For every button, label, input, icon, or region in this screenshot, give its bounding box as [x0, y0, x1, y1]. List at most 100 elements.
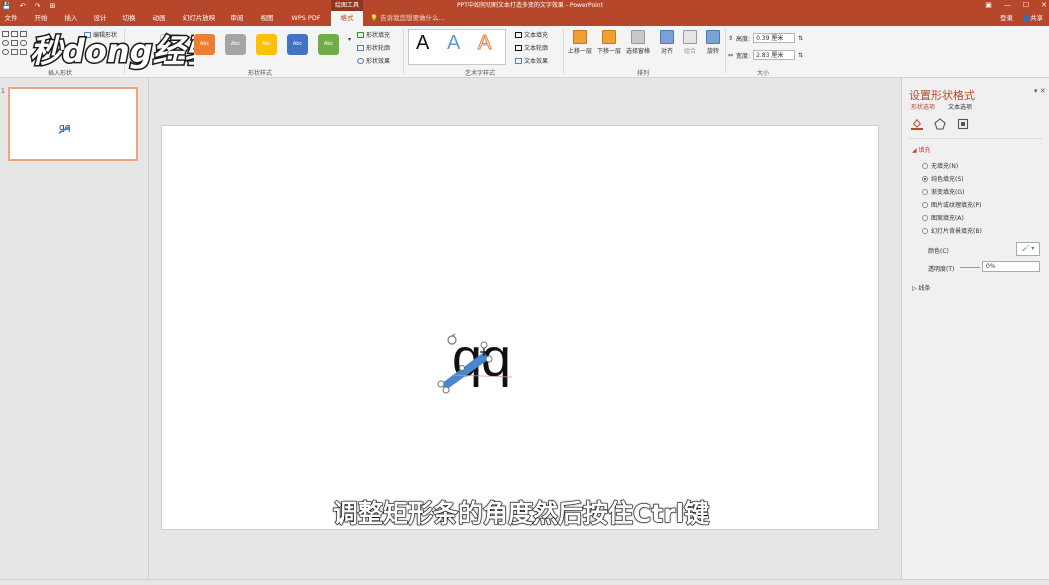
fill-section-header[interactable]: ◢ 填充	[912, 145, 931, 154]
group-label-shape-styles: 形状样式	[247, 70, 272, 77]
textbox-shape-icon[interactable]	[11, 31, 18, 37]
transparency-slider[interactable]	[960, 267, 980, 268]
lightbulb-icon: 💡	[370, 14, 379, 22]
shape-style-blue[interactable]: Abc	[287, 34, 308, 55]
sign-in-link[interactable]: 登录	[1000, 11, 1013, 26]
resize-handle[interactable]	[459, 365, 465, 371]
shape-effect-button[interactable]: 形状效果	[357, 56, 390, 65]
pane-options-icon[interactable]: ▾ ✕	[1034, 87, 1046, 95]
tab-home[interactable]: 开始	[30, 11, 52, 26]
size-properties-icon[interactable]	[957, 118, 969, 130]
radio-button[interactable]	[922, 175, 928, 182]
shape-fill-button[interactable]: 形状填充	[357, 30, 390, 39]
rectangle-shape-icon[interactable]	[2, 31, 9, 37]
radio-button[interactable]	[922, 214, 928, 221]
color-picker-button[interactable]: 🖌 ▾	[1016, 242, 1040, 256]
resize-handle[interactable]	[485, 355, 493, 363]
text-outline-icon	[515, 44, 522, 51]
height-row: ⇕ 高度: 0.39 厘米 ⇅	[728, 33, 803, 43]
thumbnail-bar	[58, 126, 70, 134]
redo-icon[interactable]: ↷	[35, 2, 41, 10]
text-fill-icon	[515, 31, 522, 38]
height-spinner[interactable]: ⇅	[798, 35, 803, 42]
tab-slideshow[interactable]: 幻灯片放映	[178, 11, 220, 26]
height-input[interactable]: 0.39 厘米	[753, 33, 796, 43]
shape-style-gray[interactable]: Abc	[225, 34, 246, 55]
bring-forward-button[interactable]: 上移一层	[566, 30, 594, 55]
close-icon[interactable]: ✕	[1041, 0, 1047, 11]
height-icon: ⇕	[728, 34, 734, 42]
tab-wps-pdf[interactable]: WPS PDF	[286, 11, 326, 26]
slide-canvas[interactable]: qq 调整矩形条的角度然后按住Ctrl键	[161, 125, 879, 530]
pencil-icon	[357, 44, 364, 51]
group-separator	[563, 29, 564, 73]
tell-me-search[interactable]: 💡 告诉我您想要做什么...	[370, 11, 445, 26]
shape-style-gold[interactable]: Abc	[256, 34, 277, 55]
styles-scroll-icon[interactable]: ▾	[348, 36, 351, 43]
person-icon: 👤	[1022, 14, 1031, 22]
text-outline-button[interactable]: 文本轮廓	[515, 43, 548, 52]
line-section-header[interactable]: ▷ 线条	[912, 283, 931, 292]
selection-pane-button[interactable]: 选择窗格	[624, 30, 652, 55]
frame-shape-icon[interactable]	[11, 49, 18, 55]
resize-handle[interactable]	[480, 341, 488, 349]
tab-shape-options[interactable]: 形状选项	[911, 102, 935, 111]
shape-style-orange[interactable]: Abc	[194, 34, 215, 55]
minimize-icon[interactable]: —	[1004, 0, 1011, 11]
save-icon[interactable]: 💾	[2, 2, 11, 10]
rotate-button[interactable]: 旋转	[699, 30, 727, 55]
rotate-handle-icon[interactable]	[447, 333, 457, 345]
customize-icon[interactable]: ⊞	[49, 2, 55, 10]
shape-style-green[interactable]: Abc	[318, 34, 339, 55]
tab-design[interactable]: 设计	[89, 11, 111, 26]
wordart-style-orange[interactable]: A	[477, 32, 491, 55]
undo-icon[interactable]: ↶	[20, 2, 26, 10]
square-shape-icon[interactable]	[11, 40, 18, 46]
align-icon	[660, 30, 674, 44]
text-effect-button[interactable]: 文本效果	[515, 56, 548, 65]
radio-button[interactable]	[922, 188, 928, 195]
tab-review[interactable]: 审阅	[226, 11, 248, 26]
subtitle-caption: 调整矩形条的角度然后按住Ctrl键	[332, 498, 710, 528]
tab-format[interactable]: 格式	[331, 11, 363, 26]
radio-button[interactable]	[922, 162, 928, 169]
resize-handle[interactable]	[437, 380, 445, 388]
width-input[interactable]: 2.83 厘米	[753, 50, 796, 60]
wordart-style-blue[interactable]: A	[447, 32, 460, 55]
oval-shape-icon[interactable]	[2, 40, 9, 46]
ribbon-display-icon[interactable]: ▣	[985, 0, 992, 11]
slide-thumbnail[interactable]: qq	[8, 87, 138, 161]
share-button[interactable]: 👤共享	[1022, 11, 1043, 26]
tab-file[interactable]: 文件	[0, 11, 22, 26]
effects-icon[interactable]	[934, 118, 946, 130]
fill-option-picture[interactable]: 图片或纹理填充(P)	[922, 200, 981, 209]
fill-option-solid[interactable]: 纯色填充(S)	[922, 174, 964, 183]
fill-option-none[interactable]: 无填充(N)	[922, 161, 958, 170]
width-row: ⇔ 宽度: 2.83 厘米 ⇅	[728, 50, 803, 60]
tab-view[interactable]: 视图	[256, 11, 278, 26]
fill-line-icon[interactable]	[911, 118, 923, 130]
rectangle-bar[interactable]	[441, 352, 489, 390]
text-fill-button[interactable]: 文本填充	[515, 30, 548, 39]
fill-option-gradient[interactable]: 渐变填充(G)	[922, 187, 964, 196]
fill-option-pattern[interactable]: 图案填充(A)	[922, 213, 964, 222]
maximize-icon[interactable]: ☐	[1023, 0, 1029, 11]
thumbnail-number: 1	[1, 88, 5, 95]
radio-button[interactable]	[922, 201, 928, 208]
wordart-style-black[interactable]: A	[416, 32, 429, 55]
transparency-input[interactable]: 0%	[982, 261, 1040, 272]
width-spinner[interactable]: ⇅	[798, 52, 803, 59]
resize-handle[interactable]	[442, 386, 450, 394]
tab-insert[interactable]: 插入	[60, 11, 82, 26]
shape-outline-button[interactable]: 形状轮廓	[357, 43, 390, 52]
title-bar: 💾 ↶ ↷ ⊞ 绘图工具 PPT中如何切割文本打造多变的文字效果 - Power…	[0, 0, 1049, 11]
radio-button[interactable]	[922, 227, 928, 234]
send-backward-button[interactable]: 下移一层	[595, 30, 623, 55]
effect-icon	[357, 57, 364, 64]
fill-option-slide-background[interactable]: 幻灯片背景填充(B)	[922, 226, 982, 235]
rotated-bar-selection[interactable]	[432, 332, 522, 394]
tab-text-options[interactable]: 文本选项	[948, 102, 972, 111]
circle-shape-icon[interactable]	[2, 49, 9, 55]
tab-transitions[interactable]: 切换	[118, 11, 140, 26]
tab-animations[interactable]: 动画	[148, 11, 170, 26]
